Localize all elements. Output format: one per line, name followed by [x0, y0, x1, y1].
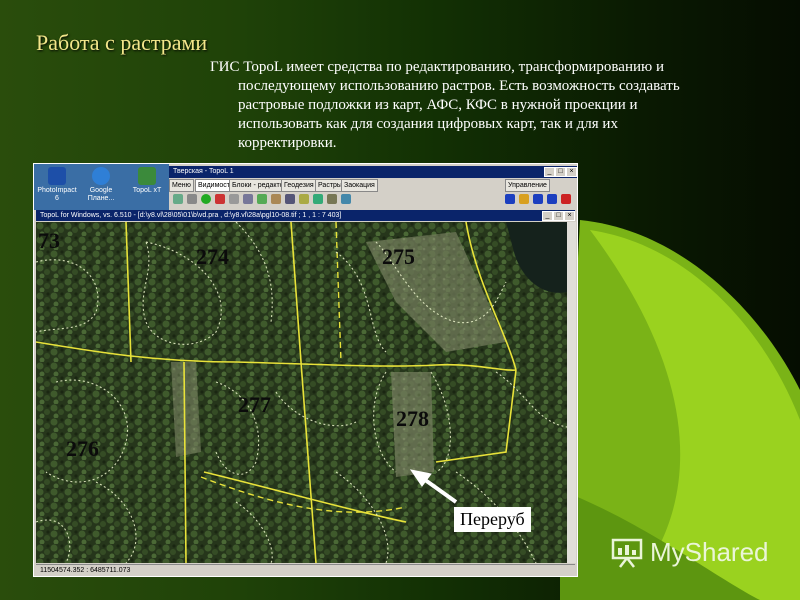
cancel-icon[interactable] — [561, 194, 571, 204]
tool-icon[interactable] — [215, 194, 225, 204]
tab-control[interactable]: Управление — [505, 179, 550, 192]
tool-icon[interactable] — [257, 194, 267, 204]
topol-app-screenshot: PhotoImpact 6 Google Плане... TopoL xT Т… — [33, 163, 578, 577]
status-coordinates: 11504574.352 : 6485711.073 — [40, 567, 131, 574]
stand-label: 274 — [196, 244, 229, 269]
tool-icon[interactable] — [229, 194, 239, 204]
tab-geodesy[interactable]: Геодезия — [281, 179, 317, 192]
brand-name: MyShared — [650, 536, 769, 567]
shortcut-label: Google Плане... — [87, 187, 115, 202]
desktop-shortcut-photoimpact[interactable]: PhotoImpact 6 — [36, 167, 78, 203]
tool-icon[interactable] — [173, 194, 183, 204]
app-title-bar: Тверская - TopoL 1 _ □ × — [169, 166, 577, 178]
stand-label: 73 — [38, 228, 60, 253]
map-window-title-bar: TopoL for Windows, vs. 6.510 - [d:\y8.vl… — [36, 210, 575, 221]
tool-icon[interactable] — [341, 194, 351, 204]
description-line: последующему использованию растров. Есть… — [238, 78, 680, 94]
map-window-title: TopoL for Windows, vs. 6.510 - [d:\y8.vl… — [40, 212, 342, 219]
topol-icon — [138, 167, 156, 185]
slide-description: ГИС TopoL имеет средства по редактирован… — [210, 58, 770, 153]
brand-logo: MyShared — [610, 536, 769, 568]
shortcut-label: TopoL xT — [132, 187, 162, 194]
photoimpact-icon — [48, 167, 66, 185]
tab-menu[interactable]: Меню — [169, 179, 194, 192]
tool-icon[interactable] — [519, 194, 529, 204]
description-line: ГИС TopoL имеет средства по редактирован… — [210, 59, 664, 75]
minimize-button[interactable]: _ — [542, 211, 553, 221]
stand-label: 276 — [66, 436, 99, 461]
shortcut-label: PhotoImpact 6 — [37, 187, 77, 202]
map-canvas[interactable]: 73 274 275 277 278 276 Переруб — [36, 222, 567, 563]
maximize-button[interactable]: □ — [555, 167, 566, 177]
app-title: Тверская - TopoL 1 — [173, 168, 234, 175]
description-line: корректировки. — [238, 135, 337, 151]
stand-label: 275 — [382, 244, 415, 269]
close-button[interactable]: × — [564, 211, 575, 221]
minimize-button[interactable]: _ — [544, 167, 555, 177]
check-icon[interactable] — [547, 194, 557, 204]
close-button[interactable]: × — [566, 167, 577, 177]
description-line: использовать как для создания цифровых к… — [238, 116, 618, 132]
tool-icon[interactable] — [243, 194, 253, 204]
stand-label: 278 — [396, 406, 429, 431]
tool-icon[interactable] — [327, 194, 337, 204]
tool-icon[interactable] — [299, 194, 309, 204]
description-line: растровые подложки из карт, АФС, КФС в н… — [238, 97, 638, 113]
vertical-scrollbar[interactable] — [567, 222, 576, 563]
presentation-board-icon — [611, 538, 643, 568]
tool-icon[interactable] — [201, 194, 211, 204]
status-bar: 11504574.352 : 6485711.073 — [36, 564, 575, 575]
overcut-annotation: Переруб — [454, 507, 531, 532]
tool-icon[interactable] — [313, 194, 323, 204]
menu-tabs: Меню Видимость Блоки - редактор Геодезия… — [169, 179, 577, 192]
tool-icon[interactable] — [187, 194, 197, 204]
tool-icon[interactable] — [533, 194, 543, 204]
tool-icon[interactable] — [505, 194, 515, 204]
tool-icon[interactable] — [271, 194, 281, 204]
tool-icon[interactable] — [285, 194, 295, 204]
google-earth-icon — [92, 167, 110, 185]
desktop-shortcut-google[interactable]: Google Плане... — [80, 167, 122, 203]
maximize-button[interactable]: □ — [553, 211, 564, 221]
desktop-strip: PhotoImpact 6 Google Плане... TopoL xT — [34, 164, 169, 210]
stand-label: 277 — [238, 392, 271, 417]
toolbar — [169, 192, 577, 208]
tab-zaokatsiya[interactable]: Заокация — [341, 179, 378, 192]
slide-title: Работа с растрами — [36, 30, 208, 55]
desktop-shortcut-topol[interactable]: TopoL xT — [126, 167, 168, 195]
